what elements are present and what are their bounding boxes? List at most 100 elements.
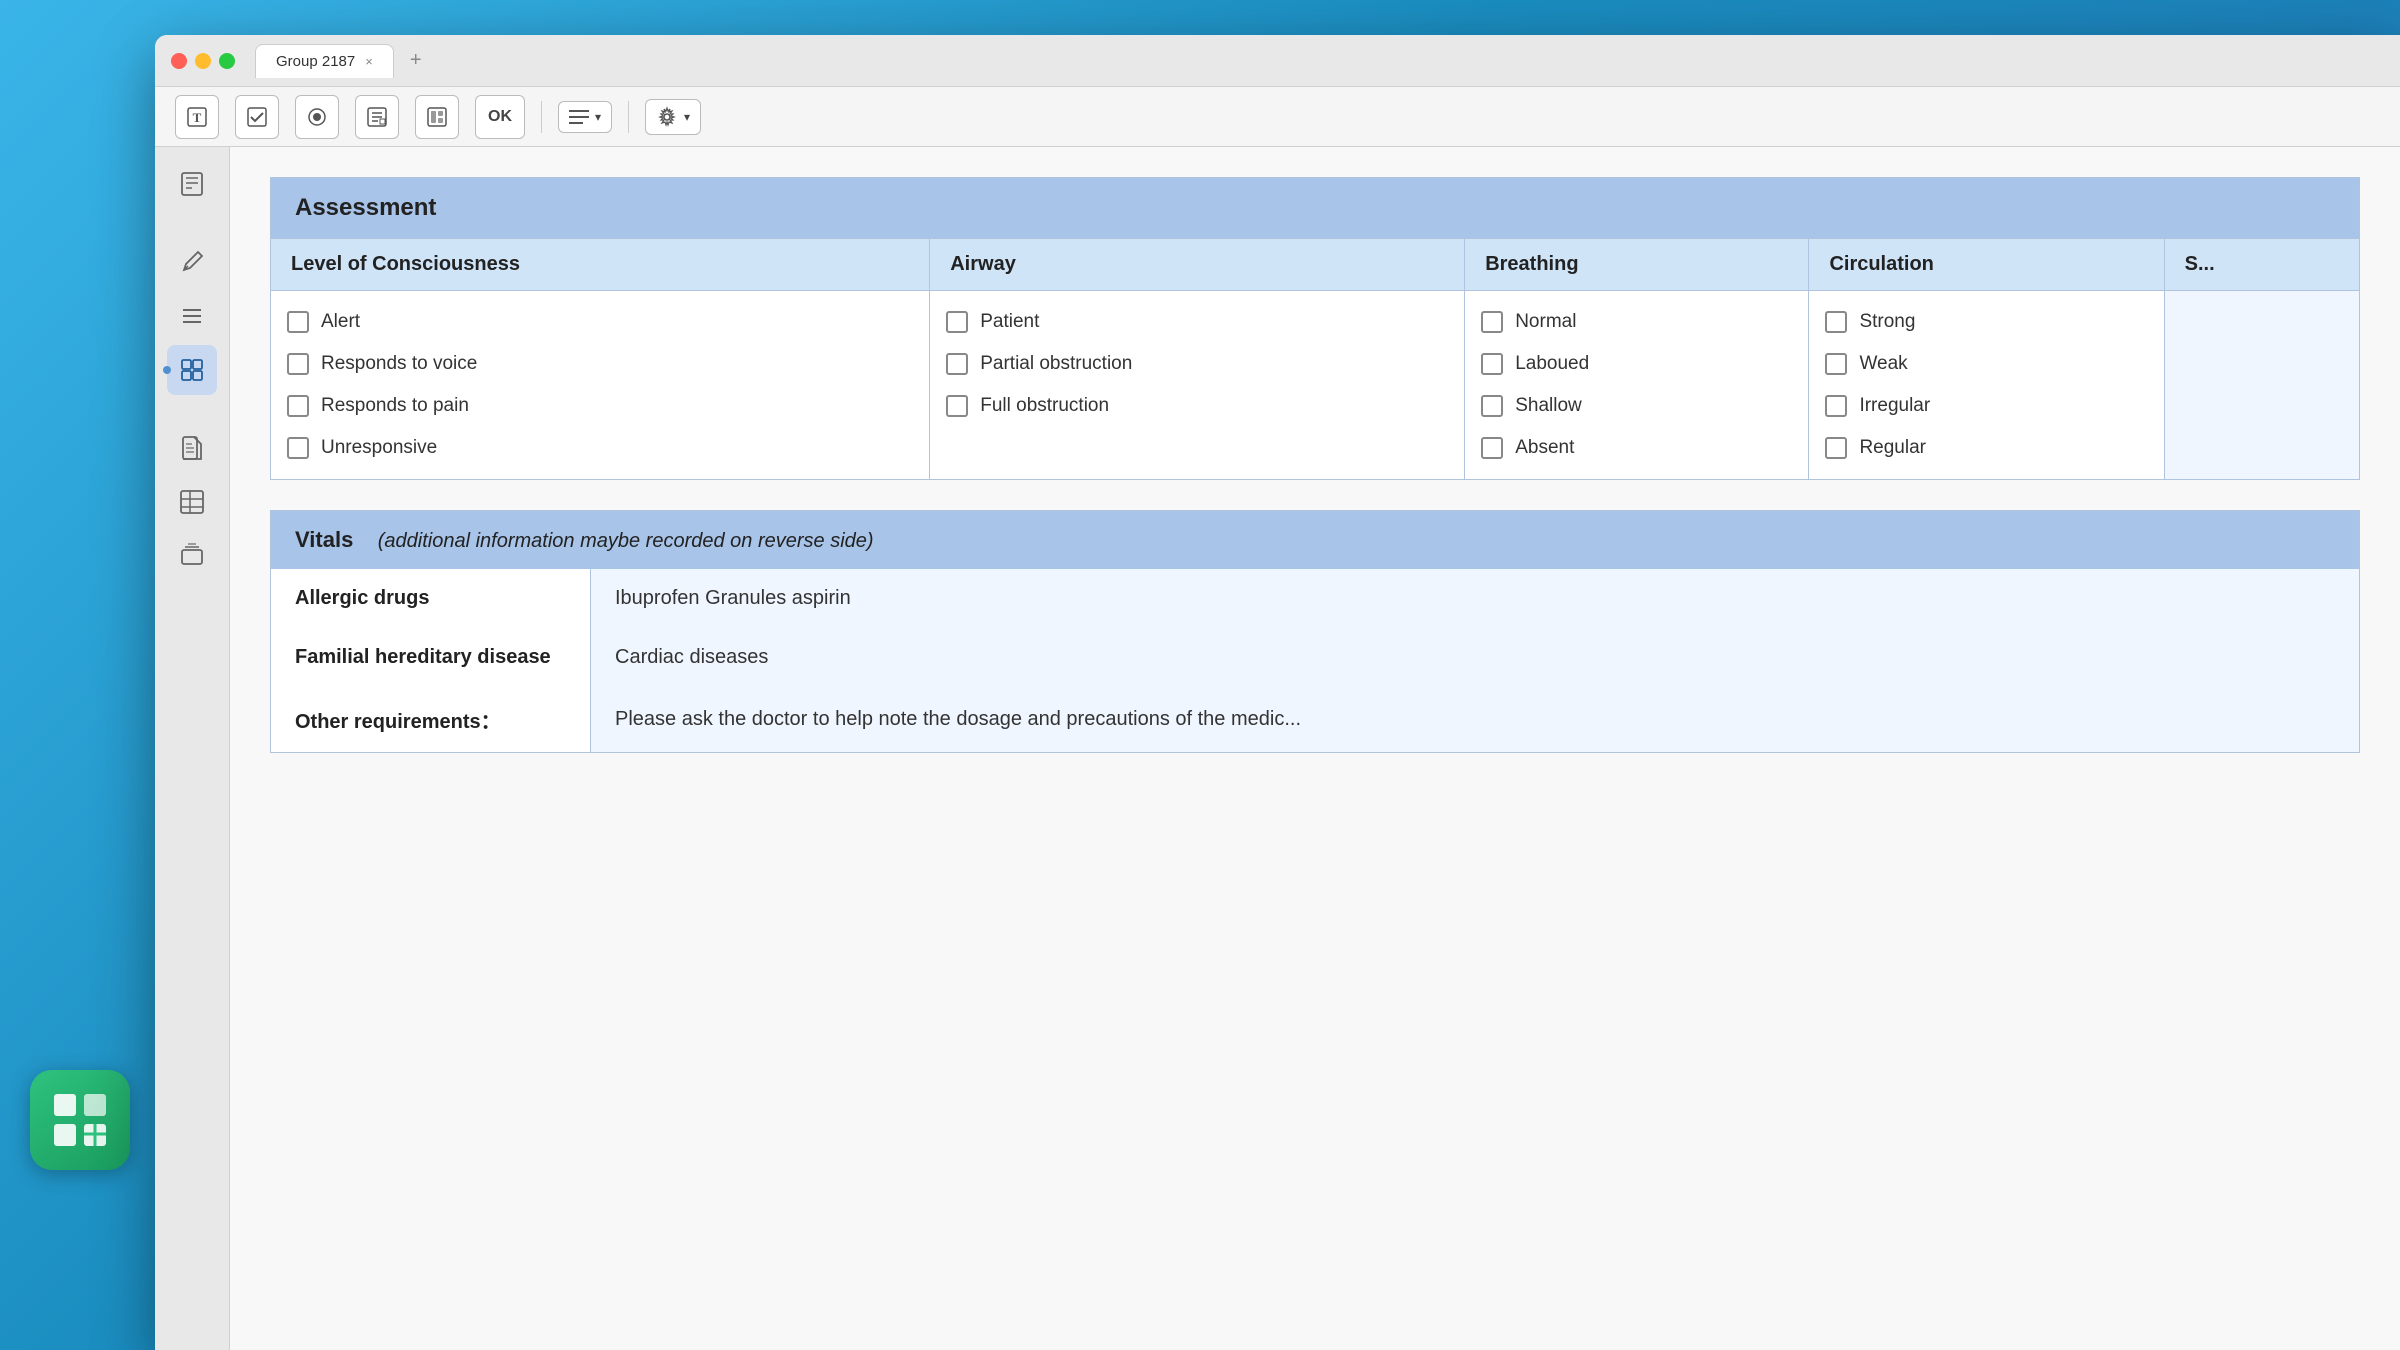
table-icon: [178, 488, 206, 516]
form-icon: [366, 106, 388, 128]
chevron-down-icon: ▾: [595, 110, 601, 124]
checkbox-laboued-box[interactable]: [1481, 353, 1503, 375]
book-icon: [178, 170, 206, 198]
assessment-header: Assessment: [271, 178, 2360, 239]
sidebar-item-stack[interactable]: [167, 531, 217, 581]
sidebar: [155, 147, 230, 1350]
main-layout: Assessment Level of Consciousness Airway…: [155, 147, 2400, 1350]
sidebar-item-list[interactable]: [167, 291, 217, 341]
checkbox-full-obstruction: Full obstruction: [946, 385, 1448, 427]
checkbox-normal: Normal: [1481, 301, 1792, 343]
close-button[interactable]: [171, 53, 187, 69]
checkbox-responds-pain-box[interactable]: [287, 395, 309, 417]
settings-dropdown[interactable]: ▾: [645, 99, 701, 135]
traffic-lights: [171, 53, 235, 69]
airway-items: Patient Partial obstruction Full obstruc…: [930, 291, 1465, 480]
checkbox-patient-box[interactable]: [946, 311, 968, 333]
layout-icon: [426, 106, 448, 128]
checkbox-patient: Patient: [946, 301, 1448, 343]
checkbox-responds-voice-box[interactable]: [287, 353, 309, 375]
circulation-items: Strong Weak Irregular: [1809, 291, 2164, 480]
vitals-allergic-label: Allergic drugs: [271, 569, 591, 628]
titlebar: Group 2187 × +: [155, 35, 2400, 87]
checkbox-normal-box[interactable]: [1481, 311, 1503, 333]
content-area: Assessment Level of Consciousness Airway…: [230, 147, 2400, 1350]
checkbox-shallow-box[interactable]: [1481, 395, 1503, 417]
vitals-other-value: Please ask the doctor to help note the d…: [591, 687, 2360, 753]
maximize-button[interactable]: [219, 53, 235, 69]
chevron-down-icon-2: ▾: [684, 110, 690, 124]
sidebar-item-book[interactable]: [167, 159, 217, 209]
toolbar-divider-1: [541, 101, 542, 133]
col-header-breathing: Breathing: [1465, 239, 1809, 291]
vitals-allergic-row: Allergic drugs Ibuprofen Granules aspiri…: [271, 569, 2360, 628]
checkbox-full-obstruction-box[interactable]: [946, 395, 968, 417]
assessment-table: Assessment Level of Consciousness Airway…: [270, 177, 2360, 480]
col-header-circulation: Circulation: [1809, 239, 2164, 291]
record-tool-button[interactable]: [295, 95, 339, 139]
checkbox-irregular-box[interactable]: [1825, 395, 1847, 417]
extra-col: [2164, 291, 2359, 480]
stack-icon: [178, 542, 206, 570]
checkbox-regular-box[interactable]: [1825, 437, 1847, 459]
vitals-familial-value: Cardiac diseases: [591, 628, 2360, 687]
checkbox-partial-obstruction: Partial obstruction: [946, 343, 1448, 385]
sidebar-item-table[interactable]: [167, 477, 217, 527]
tab-area: Group 2187 × +: [255, 44, 430, 78]
checkbox-tool-button[interactable]: [235, 95, 279, 139]
checkbox-weak-box[interactable]: [1825, 353, 1847, 375]
checkbox-alert-box[interactable]: [287, 311, 309, 333]
checkbox-icon: [246, 106, 268, 128]
checkbox-irregular: Irregular: [1825, 385, 2147, 427]
checkbox-strong-box[interactable]: [1825, 311, 1847, 333]
checkbox-responds-voice: Responds to voice: [287, 343, 913, 385]
vitals-header: Vitals (additional information maybe rec…: [271, 511, 2360, 570]
vitals-other-row: Other requirements： Please ask the docto…: [271, 687, 2360, 753]
list-icon: [569, 108, 589, 126]
tab-close-button[interactable]: ×: [365, 54, 373, 69]
col-header-airway: Airway: [930, 239, 1465, 291]
breathing-items: Normal Laboued Shallow: [1465, 291, 1809, 480]
record-icon: [306, 106, 328, 128]
text-tool-button[interactable]: T: [175, 95, 219, 139]
checkbox-strong: Strong: [1825, 301, 2147, 343]
vitals-familial-row: Familial hereditary disease Cardiac dise…: [271, 628, 2360, 687]
checkbox-shallow: Shallow: [1481, 385, 1792, 427]
checkbox-partial-obstruction-box[interactable]: [946, 353, 968, 375]
minimize-button[interactable]: [195, 53, 211, 69]
checkbox-unresponsive: Unresponsive: [287, 427, 913, 469]
new-tab-button[interactable]: +: [402, 45, 430, 76]
sidebar-item-pen[interactable]: [167, 237, 217, 287]
checkbox-weak: Weak: [1825, 343, 2147, 385]
checkbox-responds-pain: Responds to pain: [287, 385, 913, 427]
checkbox-laboued: Laboued: [1481, 343, 1792, 385]
main-window: Group 2187 × + T: [155, 35, 2400, 1350]
list-dropdown[interactable]: ▾: [558, 101, 612, 133]
list-sidebar-icon: [178, 302, 206, 330]
checkbox-absent-box[interactable]: [1481, 437, 1503, 459]
consciousness-items: Alert Responds to voice Responds to pain: [271, 291, 930, 480]
vitals-other-label: Other requirements：: [271, 687, 591, 753]
doc-icon: [178, 434, 206, 462]
checkbox-regular: Regular: [1825, 427, 2147, 469]
grid-icon: [178, 356, 206, 384]
form-tool-button[interactable]: [355, 95, 399, 139]
text-icon: T: [186, 106, 208, 128]
toolbar-divider-2: [628, 101, 629, 133]
ok-label: OK: [488, 108, 512, 126]
tab-title: Group 2187: [276, 53, 355, 70]
sidebar-item-doc[interactable]: [167, 423, 217, 473]
pen-icon: [178, 248, 206, 276]
checkbox-absent: Absent: [1481, 427, 1792, 469]
toolbar: T: [155, 87, 2400, 147]
col-header-extra: S...: [2164, 239, 2359, 291]
vitals-familial-label: Familial hereditary disease: [271, 628, 591, 687]
sidebar-item-grid[interactable]: [167, 345, 217, 395]
app-icon[interactable]: [30, 1070, 130, 1170]
layout-tool-button[interactable]: [415, 95, 459, 139]
vitals-table: Vitals (additional information maybe rec…: [270, 510, 2360, 753]
ok-button[interactable]: OK: [475, 95, 525, 139]
active-tab[interactable]: Group 2187 ×: [255, 44, 394, 78]
vitals-allergic-value: Ibuprofen Granules aspirin: [591, 569, 2360, 628]
checkbox-unresponsive-box[interactable]: [287, 437, 309, 459]
